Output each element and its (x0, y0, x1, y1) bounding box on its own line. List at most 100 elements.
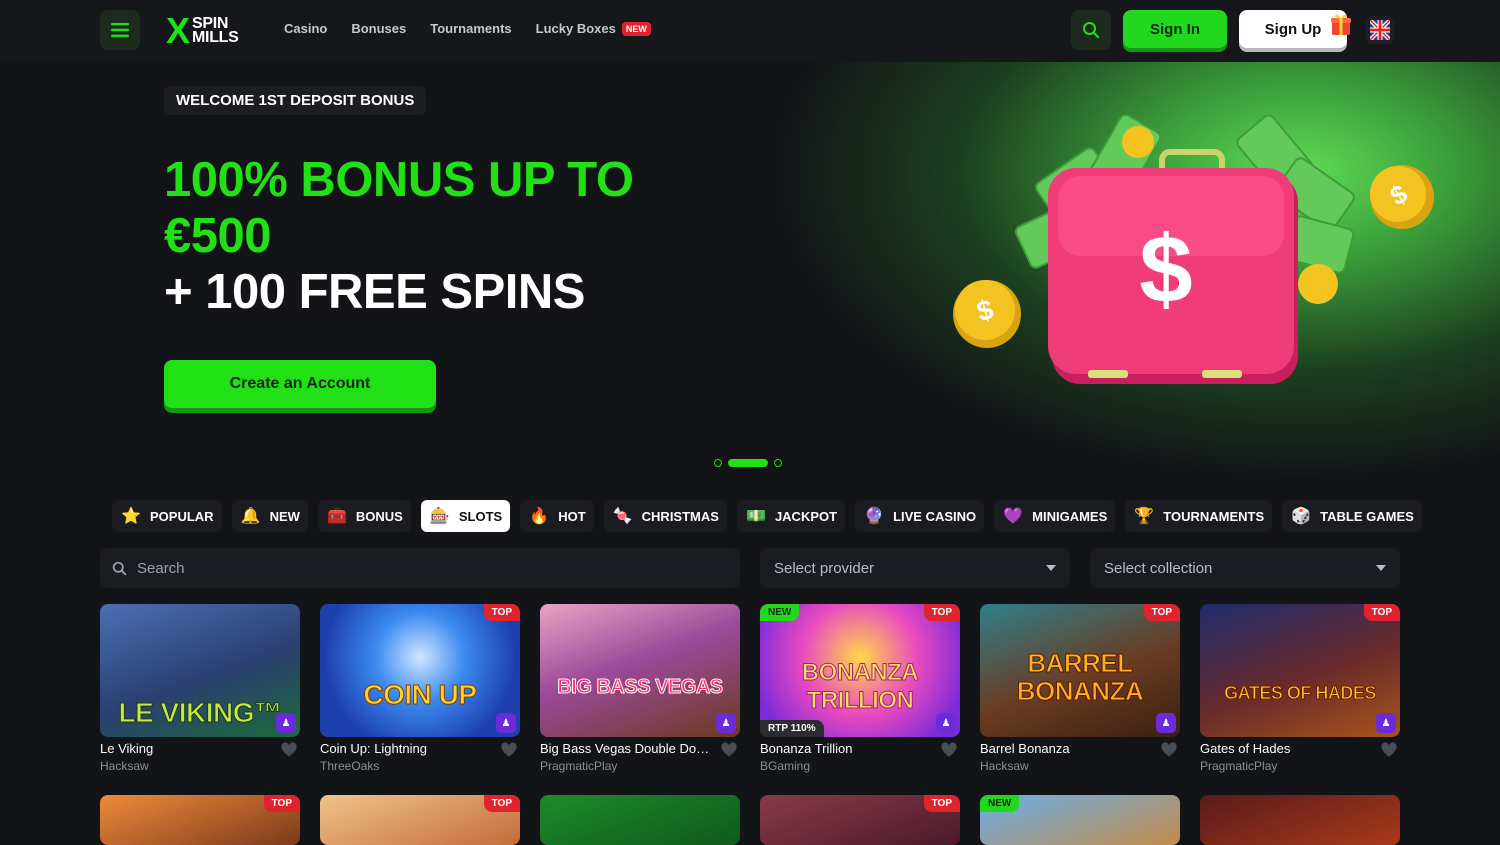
game-thumbnail[interactable]: BONANZA TRILLION NEW TOP RTP 110% ♟ (760, 604, 960, 737)
search-icon (1083, 22, 1100, 39)
game-card[interactable]: BARREL BONANZA TOP ♟ Barrel Bonanza Hack… (980, 604, 1180, 775)
game-grid: LE VIKING™ ♟ Le Viking Hacksaw COIN UP T… (100, 604, 1400, 845)
tab-tournaments[interactable]: 🏆 TOURNAMENTS (1125, 500, 1273, 532)
provider-icon: ♟ (936, 713, 956, 733)
tab-slots[interactable]: 🎰 SLOTS (420, 500, 511, 532)
game-thumbnail[interactable]: TOP (760, 795, 960, 845)
nav-casino[interactable]: Casino (284, 21, 327, 36)
game-card[interactable]: LE VIKING™ ♟ Le Viking Hacksaw (100, 604, 300, 775)
hero-headline-bonus: 100% BONUS UP TO €500 (164, 153, 634, 263)
game-name: Coin Up: Lightning (320, 741, 427, 756)
game-card[interactable] (540, 795, 740, 845)
top-header: X SPIN MILLS Casino Bonuses Tournaments … (0, 0, 1500, 62)
top-badge: TOP (1363, 604, 1400, 621)
favorite-heart-icon[interactable] (940, 741, 958, 759)
top-badge: TOP (483, 795, 520, 812)
game-thumbnail[interactable] (540, 795, 740, 845)
tab-bonus[interactable]: 🧰 BONUS (317, 500, 411, 532)
game-provider: Hacksaw (980, 759, 1029, 773)
game-card[interactable]: BIG BASS VEGAS ♟ Big Bass Vegas Double D… (540, 604, 740, 775)
menu-button[interactable] (100, 10, 140, 50)
slot-machine-icon: 🎰 (429, 508, 450, 525)
game-thumbnail[interactable]: GATES OF HADES TOP ♟ (1200, 604, 1400, 737)
game-provider: Hacksaw (100, 759, 149, 773)
game-name: Bonanza Trillion (760, 741, 853, 756)
gem-icon: 💜 (1003, 508, 1024, 525)
tab-hot[interactable]: 🔥 HOT (520, 500, 594, 532)
favorite-heart-icon[interactable] (1160, 741, 1178, 759)
game-thumbnail[interactable]: BARREL BONANZA TOP ♟ (980, 604, 1180, 737)
dice-icon: 🎲 (1291, 508, 1312, 525)
game-name: Big Bass Vegas Double Down Deluxe (540, 741, 716, 756)
game-provider: PragmaticPlay (540, 759, 618, 773)
game-art-title: BONANZA TRILLION (801, 659, 919, 715)
game-art-title: BIG BASS VEGAS (557, 676, 724, 699)
top-badge: TOP (483, 604, 520, 621)
nav-tournaments[interactable]: Tournaments (430, 21, 511, 36)
game-card[interactable] (1200, 795, 1400, 845)
carousel-dots (714, 459, 782, 467)
language-selector[interactable] (1366, 16, 1394, 44)
create-account-button[interactable]: Create an Account (164, 360, 436, 408)
carousel-dot-3[interactable] (774, 459, 782, 467)
top-badge: TOP (923, 795, 960, 812)
tab-popular[interactable]: ⭐ POPULAR (112, 500, 222, 532)
main-nav: Casino Bonuses Tournaments Lucky Boxes NE… (284, 21, 651, 36)
tab-jackpot[interactable]: 💵 JACKPOT (736, 500, 846, 532)
hero-banner: WELCOME 1ST DEPOSIT BONUS 100% BONUS UP … (0, 62, 1500, 482)
provider-icon: ♟ (716, 713, 736, 733)
game-art-title: BARREL BONANZA (1016, 648, 1144, 706)
logo[interactable]: X SPIN MILLS (166, 12, 239, 50)
top-badge: TOP (923, 604, 960, 621)
game-card[interactable]: TOP (320, 795, 520, 845)
money-suitcase-illustration: $ $ $ (953, 113, 1434, 384)
game-thumbnail[interactable]: LE VIKING™ ♟ (100, 604, 300, 737)
provider-select[interactable]: Select provider (760, 548, 1070, 588)
game-thumbnail[interactable]: TOP (320, 795, 520, 845)
game-card[interactable]: NEW (980, 795, 1180, 845)
game-card[interactable]: BONANZA TRILLION NEW TOP RTP 110% ♟ Bona… (760, 604, 960, 775)
game-card[interactable]: COIN UP TOP ♟ Coin Up: Lightning ThreeOa… (320, 604, 520, 775)
carousel-dot-2[interactable] (728, 459, 768, 467)
search-icon (112, 561, 127, 575)
search-button[interactable] (1071, 10, 1111, 50)
game-thumbnail[interactable]: NEW (980, 795, 1180, 845)
game-thumbnail[interactable]: BIG BASS VEGAS ♟ (540, 604, 740, 737)
favorite-heart-icon[interactable] (500, 741, 518, 759)
uk-flag-icon (1370, 20, 1390, 40)
tab-minigames[interactable]: 💜 MINIGAMES (994, 500, 1116, 532)
tab-table-games[interactable]: 🎲 TABLE GAMES (1282, 500, 1422, 532)
game-name: Gates of Hades (1200, 741, 1291, 756)
game-thumbnail[interactable]: TOP (100, 795, 300, 845)
tab-new[interactable]: 🔔 NEW (231, 500, 308, 532)
provider-icon: ♟ (276, 713, 296, 733)
star-icon: ⭐ (121, 508, 141, 525)
game-name: Le Viking (100, 741, 154, 756)
game-thumbnail[interactable]: COIN UP TOP ♟ (320, 604, 520, 737)
game-search-input[interactable]: Search (100, 548, 740, 588)
tab-christmas[interactable]: 🍬 CHRISTMAS (603, 500, 727, 532)
game-thumbnail[interactable] (1200, 795, 1400, 845)
game-provider: PragmaticPlay (1200, 759, 1278, 773)
provider-icon: ♟ (1156, 713, 1176, 733)
search-placeholder: Search (137, 559, 185, 577)
chevron-down-icon (1046, 565, 1056, 571)
favorite-heart-icon[interactable] (280, 741, 298, 759)
hero-headline-spins: + 100 FREE SPINS (164, 265, 585, 319)
logo-wordmark: SPIN MILLS (192, 15, 239, 46)
favorite-heart-icon[interactable] (1380, 741, 1398, 759)
tab-live-casino[interactable]: 🔮 LIVE CASINO (855, 500, 985, 532)
chevron-down-icon (1376, 565, 1386, 571)
game-card[interactable]: TOP (760, 795, 960, 845)
game-card[interactable]: TOP (100, 795, 300, 845)
sign-in-button[interactable]: Sign In (1123, 10, 1227, 48)
provider-icon: ♟ (1376, 713, 1396, 733)
carousel-dot-1[interactable] (714, 459, 722, 467)
collection-select-label: Select collection (1104, 559, 1213, 577)
nav-lucky-boxes[interactable]: Lucky Boxes NEW (536, 21, 651, 36)
game-art-title: GATES OF HADES (1224, 683, 1377, 704)
favorite-heart-icon[interactable] (720, 741, 738, 759)
nav-bonuses[interactable]: Bonuses (351, 21, 406, 36)
collection-select[interactable]: Select collection (1090, 548, 1400, 588)
game-card[interactable]: GATES OF HADES TOP ♟ Gates of Hades Prag… (1200, 604, 1400, 775)
